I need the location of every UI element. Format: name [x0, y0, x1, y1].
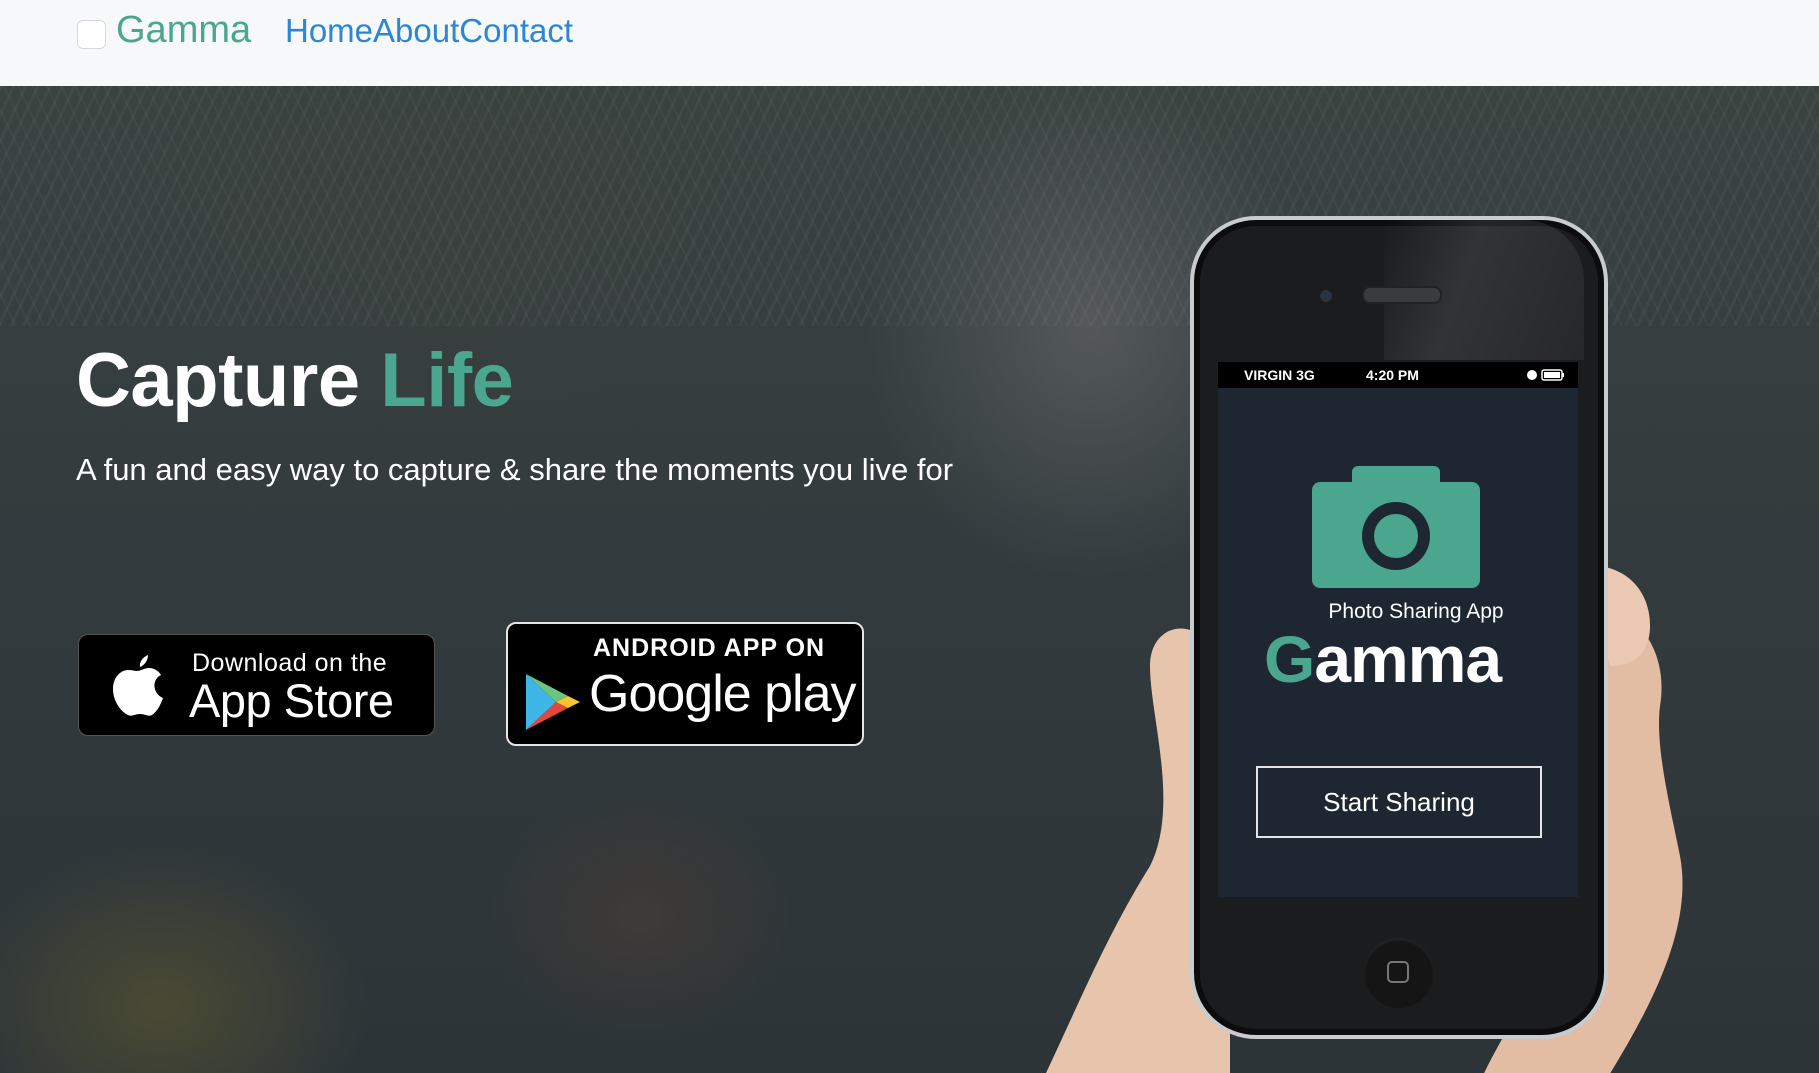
front-camera: [1320, 290, 1332, 302]
navbar-toggle-checkbox[interactable]: [77, 20, 106, 49]
navbar: Gamma Home About Contact: [0, 0, 1819, 86]
nav-link-contact[interactable]: Contact: [459, 12, 573, 50]
start-sharing-button[interactable]: Start Sharing: [1256, 766, 1542, 838]
phone-speaker: [1362, 286, 1442, 304]
status-carrier: VIRGIN 3G: [1244, 367, 1315, 383]
nav-links: Home About Contact: [285, 12, 573, 50]
app-logo-text: Gamma: [1264, 622, 1502, 696]
camera-icon: [1312, 466, 1480, 588]
apple-icon: [113, 655, 163, 716]
headline-accent: Life: [380, 338, 514, 423]
google-play-icon: [526, 674, 580, 730]
app-logo-rest: amma: [1314, 622, 1502, 696]
app-logo-first-letter: G: [1264, 622, 1315, 696]
google-play-big-text: Google play: [589, 665, 857, 723]
app-store-big-text: App Store: [189, 674, 394, 727]
hero-section: Capture Life A fun and easy way to captu…: [0, 86, 1819, 1073]
battery-icon: [1527, 369, 1564, 381]
headline-main: Capture: [76, 338, 360, 423]
brand-logo[interactable]: Gamma: [116, 8, 251, 52]
phone-mockup: VIRGIN 3G 4:20 PM Photo Sharing App Gamm…: [1190, 216, 1608, 1039]
phone-home-button: [1364, 938, 1434, 1008]
nav-link-home[interactable]: Home: [285, 12, 373, 50]
hero-headline: Capture Life: [76, 336, 514, 426]
hero-subline: A fun and easy way to capture & share th…: [76, 452, 954, 487]
app-subtitle: Photo Sharing App: [1328, 600, 1504, 623]
google-play-small-text: ANDROID APP ON: [593, 634, 826, 662]
status-time: 4:20 PM: [1366, 367, 1419, 383]
phone-screen: VIRGIN 3G 4:20 PM Photo Sharing App Gamm…: [1218, 362, 1578, 897]
nav-link-about[interactable]: About: [373, 12, 459, 50]
home-button-square-icon: [1387, 961, 1409, 983]
app-store-badge[interactable]: Download on the App Store: [78, 634, 435, 736]
phone-status-bar: VIRGIN 3G 4:20 PM: [1218, 362, 1578, 388]
google-play-badge[interactable]: ANDROID APP ON Google play: [506, 622, 864, 746]
